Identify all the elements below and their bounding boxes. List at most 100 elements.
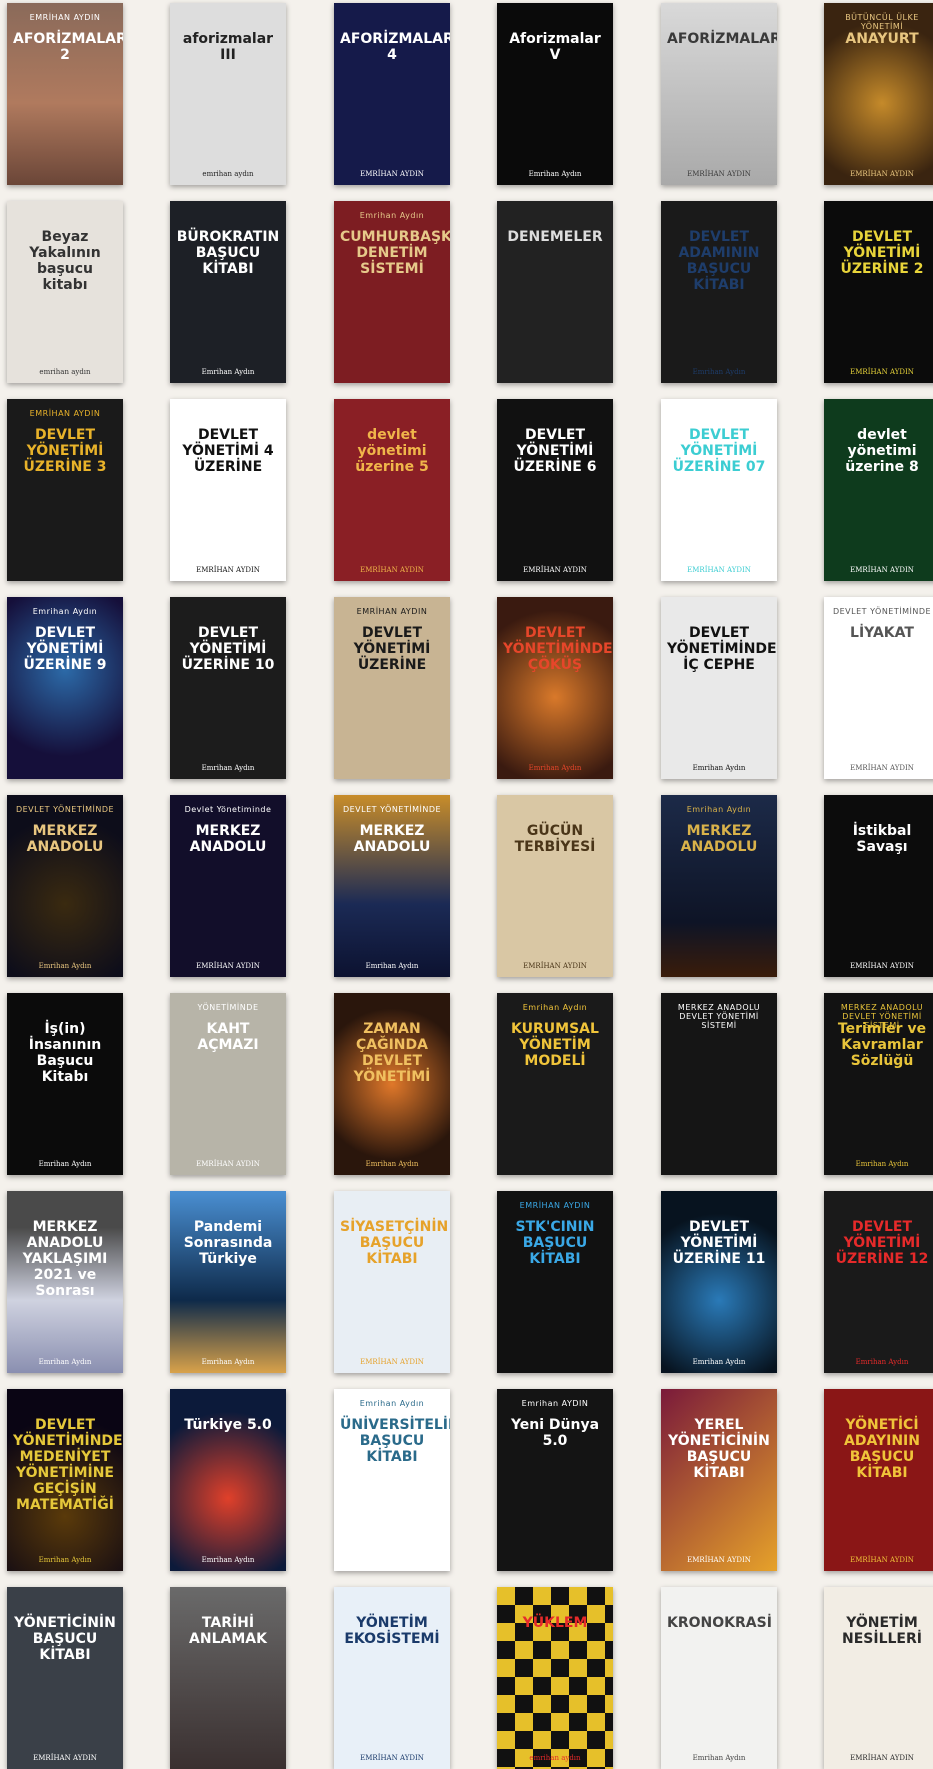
book-cover[interactable]: YÖNETİM EKOSİSTEMİ EMRİHAN AYDIN (334, 1587, 450, 1769)
book-author: emrihan aydın (39, 368, 91, 376)
book-author: Emrihan Aydın (38, 1358, 92, 1366)
book-cover[interactable]: AFORİZMALAR 4 EMRİHAN AYDIN (334, 3, 450, 185)
book-cover[interactable]: YÖNETİMİNDE KAHT AÇMAZI EMRİHAN AYDIN (170, 993, 286, 1175)
book-cover[interactable]: TARİHİ ANLAMAK (170, 1587, 286, 1769)
book-subtitle: DEVLET YÖNETİMİNDE (15, 805, 115, 814)
book-cover[interactable]: YÜKLEM emrihan aydın (497, 1587, 613, 1769)
book-author: emrihan aydın (529, 1754, 581, 1762)
book-title: KURUMSAL YÖNETİM MODELİ (511, 1021, 599, 1070)
book-cover[interactable]: YÖNETİCİNİN BAŞUCU KİTABI EMRİHAN AYDIN (7, 1587, 123, 1769)
book-cover[interactable]: DEVLET YÖNETİMİNDEN MEDENİYET YÖNETİMİNE… (7, 1389, 123, 1571)
book-title: DEVLET ADAMININ BAŞUCU KİTABI (678, 229, 760, 294)
book-cover[interactable]: DEVLET YÖNETİMİNDE ÇÖKÜŞ Emrihan Aydın (497, 597, 613, 779)
book-author: EMRİHAN AYDIN (850, 1754, 914, 1762)
book-cover[interactable]: Emrihan AYDIN Yeni Dünya 5.0 (497, 1389, 613, 1571)
book-subtitle: Emrihan Aydın (686, 805, 752, 814)
book-cover[interactable]: Emrihan Aydın ÜNİVERSİTELİNİN BAŞUCU KİTA… (334, 1389, 450, 1571)
book-cover[interactable]: EMRİHAN AYDIN STK'CININ BAŞUCU KİTABI (497, 1191, 613, 1373)
book-cover[interactable]: Emrihan Aydın DEVLET YÖNETİMİ ÜZERİNE 9 (7, 597, 123, 779)
book-author: Emrihan Aydın (38, 1160, 92, 1168)
book-cover[interactable]: BÜROKRATIN BAŞUCU KİTABI Emrihan Aydın (170, 201, 286, 383)
book-subtitle: DEVLET YÖNETİMİNDE (832, 607, 932, 616)
book-author: Emrihan Aydın (692, 1754, 746, 1762)
book-cover[interactable]: Aforizmalar V Emrihan Aydın (497, 3, 613, 185)
book-author: EMRİHAN AYDIN (360, 170, 424, 178)
book-author: Emrihan Aydın (855, 1358, 909, 1366)
book-cover[interactable]: DEVLET YÖNETİMİ ÜZERİNE 6 EMRİHAN AYDIN (497, 399, 613, 581)
book-cover[interactable]: Devlet Yönetiminde MERKEZ ANADOLU EMRİHAN … (170, 795, 286, 977)
book-author: EMRİHAN AYDIN (850, 764, 914, 772)
book-cover[interactable]: Emrihan Aydın MERKEZ ANADOLU (661, 795, 777, 977)
book-title: Beyaz Yakalının başucu kitabı (29, 229, 101, 294)
book-title: AFORİZMALAR 2 (13, 31, 123, 64)
book-subtitle: Emrihan Aydın (32, 607, 98, 616)
book-author: EMRİHAN AYDIN (523, 962, 587, 970)
book-cover[interactable]: Türkiye 5.0 Emrihan Aydın (170, 1389, 286, 1571)
book-title: DEVLET YÖNETİMİ ÜZERİNE 11 (672, 1219, 766, 1268)
book-cover[interactable]: İş(in) İnsanının Başucu Kitabı Emrihan Ay… (7, 993, 123, 1175)
book-cover[interactable]: DEVLET YÖNETİMİ ÜZERİNE 12 Emrihan Aydın (824, 1191, 933, 1373)
book-cover[interactable]: YÖNETİCİ ADAYININ BAŞUCU KİTABI EMRİHAN A… (824, 1389, 933, 1571)
book-cover[interactable]: GÜCÜN TERBİYESİ EMRİHAN AYDIN (497, 795, 613, 977)
book-author: Emrihan Aydın (38, 962, 92, 970)
book-cover[interactable]: DEVLET YÖNETİMİNDE MERKEZ ANADOLU Emrihan … (334, 795, 450, 977)
book-cover[interactable]: DEVLET YÖNETİMİ ÜZERİNE 11 Emrihan Aydın (661, 1191, 777, 1373)
book-title: CUMHURBAŞKANLIĞI DENETİM SİSTEMİ (340, 229, 450, 278)
book-cover[interactable]: DEVLET ADAMININ BAŞUCU KİTABI Emrihan Ayd… (661, 201, 777, 383)
book-author: EMRİHAN AYDIN (850, 1556, 914, 1564)
book-author: EMRİHAN AYDIN (360, 1754, 424, 1762)
book-title: DEVLET YÖNETİMİNDEN MEDENİYET YÖNETİMİNE… (13, 1417, 123, 1514)
book-cover[interactable]: devlet yönetimi üzerine 8 EMRİHAN AYDIN (824, 399, 933, 581)
book-cover[interactable]: aforizmalar III emrihan aydın (170, 3, 286, 185)
book-cover[interactable]: SİYASETÇİNİN BAŞUCU KİTABI EMRİHAN AYDIN (334, 1191, 450, 1373)
book-cover[interactable]: DEVLET YÖNETİMİNDE İÇ CEPHE Emrihan Aydın (661, 597, 777, 779)
book-cover[interactable]: DEVLET YÖNETİMİ ÜZERİNE 2 EMRİHAN AYDIN (824, 201, 933, 383)
book-cover[interactable]: DENEMELER (497, 201, 613, 383)
book-title: Türkiye 5.0 (184, 1417, 272, 1433)
book-subtitle: EMRİHAN AYDIN (29, 409, 101, 418)
book-cover[interactable]: KRONOKRASİ Emrihan Aydın (661, 1587, 777, 1769)
book-title: YEREL YÖNETİCİNİN BAŞUCU KİTABI (668, 1417, 770, 1482)
book-cover[interactable]: Emrihan Aydın KURUMSAL YÖNETİM MODELİ (497, 993, 613, 1175)
book-author: EMRİHAN AYDIN (687, 1556, 751, 1564)
book-cover[interactable]: EMRİHAN AYDIN DEVLET YÖNETİMİ ÜZERİNE (334, 597, 450, 779)
book-cover[interactable]: BÜTÜNCÜL ÜLKE YÖNETİMİ ANAYURT EMRİHAN AYD… (824, 3, 933, 185)
book-title: AFORİZMALAR 4 (340, 31, 450, 64)
book-cover[interactable]: MERKEZ ANADOLU DEVLET YÖNETİMİ SİSTEMİ Te… (824, 993, 933, 1175)
book-author: Emrihan Aydın (692, 1358, 746, 1366)
book-cover[interactable]: devlet yönetimi üzerine 5 EMRİHAN AYDIN (334, 399, 450, 581)
book-cover[interactable]: Pandemi Sonrasında Türkiye Emrihan Aydın (170, 1191, 286, 1373)
book-title: KAHT AÇMAZI (197, 1021, 259, 1054)
book-cover[interactable]: Beyaz Yakalının başucu kitabı emrihan ayd… (7, 201, 123, 383)
book-author: EMRİHAN AYDIN (850, 170, 914, 178)
book-cover[interactable]: ZAMAN ÇAĞINDA DEVLET YÖNETİMİ Emrihan Ayd… (334, 993, 450, 1175)
book-cover[interactable]: DEVLET YÖNETİMİNDE LİYAKAT EMRİHAN AYDIN (824, 597, 933, 779)
book-cover[interactable]: MERKEZ ANADOLU YAKLAŞIMI 2021 ve Sonrası… (7, 1191, 123, 1373)
book-cover[interactable]: EMRİHAN AYDIN AFORİZMALAR 2 (7, 3, 123, 185)
book-author: EMRİHAN AYDIN (850, 368, 914, 376)
book-cover[interactable]: İstikbal Savaşı EMRİHAN AYDIN (824, 795, 933, 977)
book-title: MERKEZ ANADOLU (26, 823, 104, 856)
book-subtitle: EMRİHAN AYDIN (29, 13, 101, 22)
book-subtitle: Emrihan Aydın (522, 1003, 588, 1012)
book-cover[interactable]: YEREL YÖNETİCİNİN BAŞUCU KİTABI EMRİHAN A… (661, 1389, 777, 1571)
book-cover[interactable]: Emrihan Aydın CUMHURBAŞKANLIĞI DENETİM Sİ… (334, 201, 450, 383)
book-title: Terimler ve Kavramlar Sözlüğü (837, 1021, 927, 1070)
book-cover[interactable]: MERKEZ ANADOLU DEVLET YÖNETİMİ SİSTEMİ (661, 993, 777, 1175)
book-cover[interactable]: EMRİHAN AYDIN DEVLET YÖNETİMİ ÜZERİNE 3 (7, 399, 123, 581)
book-cover[interactable]: YÖNETİM NESİLLERİ EMRİHAN AYDIN (824, 1587, 933, 1769)
book-title: SİYASETÇİNİN BAŞUCU KİTABI (340, 1219, 449, 1268)
book-cover[interactable]: DEVLET YÖNETİMİ ÜZERİNE 07 EMRİHAN AYDIN (661, 399, 777, 581)
book-title: DEVLET YÖNETİMİNDE İÇ CEPHE (667, 625, 777, 674)
book-subtitle: MERKEZ ANADOLU DEVLET YÖNETİMİ SİSTEMİ (677, 1003, 761, 1030)
book-cover[interactable]: AFORİZMALAR EMRİHAN AYDIN (661, 3, 777, 185)
book-cover[interactable]: DEVLET YÖNETİMİ 4 ÜZERİNE EMRİHAN AYDIN (170, 399, 286, 581)
book-title: DEVLET YÖNETİMİ ÜZERİNE 6 (513, 427, 597, 476)
book-title: Pandemi Sonrasında Türkiye (183, 1219, 273, 1268)
book-author: Emrihan Aydın (201, 1556, 255, 1564)
book-title: MERKEZ ANADOLU (680, 823, 758, 856)
book-cover[interactable]: DEVLET YÖNETİMİ ÜZERİNE 10 Emrihan Aydın (170, 597, 286, 779)
book-cover[interactable]: DEVLET YÖNETİMİNDE MERKEZ ANADOLU Emrihan … (7, 795, 123, 977)
book-subtitle: EMRİHAN AYDIN (519, 1201, 591, 1210)
book-title: DEVLET YÖNETİMİ ÜZERİNE 2 (840, 229, 924, 278)
